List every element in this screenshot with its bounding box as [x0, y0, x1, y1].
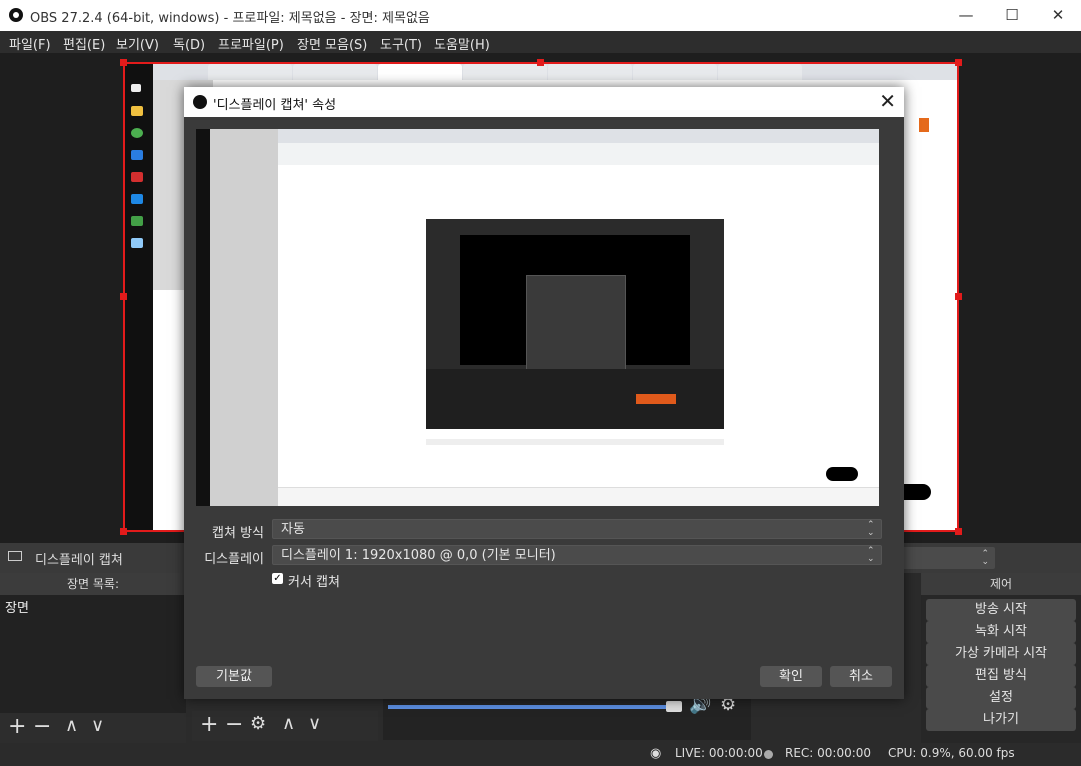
spinner-icon: ⌃ ⌄: [867, 520, 875, 538]
rec-status: REC: 00:00:00: [785, 746, 872, 760]
display-value: 디스플레이 1: 1920x1080 @ 0,0 (기본 모니터): [281, 548, 556, 563]
add-icon[interactable]: +: [200, 712, 218, 737]
remove-icon[interactable]: −: [33, 714, 51, 739]
display-label: 디스플레이: [204, 552, 264, 567]
dialog-title: '디스플레이 캡쳐' 속성: [213, 98, 337, 113]
cursor-capture-checkbox[interactable]: ✓: [272, 573, 283, 584]
resize-handle[interactable]: [537, 59, 544, 66]
move-up-icon[interactable]: ∧: [65, 715, 78, 736]
display-combo[interactable]: 디스플레이 1: 1920x1080 @ 0,0 (기본 모니터) ⌃ ⌄: [272, 545, 882, 565]
minimize-button[interactable]: —: [943, 0, 989, 31]
volume-slider[interactable]: [388, 705, 678, 709]
capture-method-combo[interactable]: 자동 ⌃ ⌄: [272, 519, 882, 539]
move-down-icon[interactable]: ∨: [91, 715, 104, 736]
add-icon[interactable]: +: [8, 714, 26, 739]
resize-handle[interactable]: [955, 59, 962, 66]
start-recording-button[interactable]: 녹화 시작: [926, 621, 1076, 643]
dialog-title-bar: '디스플레이 캡쳐' 속성 ✕: [184, 87, 904, 117]
nested-obs-screenshot: [426, 219, 724, 429]
settings-button[interactable]: 설정: [926, 687, 1076, 709]
monitor-icon: [8, 551, 22, 561]
obs-logo-icon: [193, 95, 207, 109]
filezilla-icon: [131, 172, 143, 182]
app-icon: [131, 150, 143, 160]
controls-dock-title: 제어: [921, 573, 1081, 595]
gear-icon[interactable]: ⚙: [250, 713, 266, 734]
live-status: LIVE: 00:00:00: [675, 746, 763, 760]
sources-toolbar: + − ⚙ ∧ ∨: [192, 711, 378, 741]
dialog-preview: [196, 129, 879, 506]
obs-logo-icon: [9, 8, 23, 22]
volume-slider-handle[interactable]: [666, 701, 682, 712]
start-streaming-button[interactable]: 방송 시작: [926, 599, 1076, 621]
scene-item[interactable]: 장면: [0, 595, 186, 618]
menu-file[interactable]: 파일(F): [9, 34, 51, 53]
resize-handle[interactable]: [120, 293, 127, 300]
maximize-button[interactable]: ☐: [989, 0, 1035, 31]
record-status-icon: [764, 750, 773, 759]
menu-scene-collection[interactable]: 장면 모음(S): [297, 34, 367, 53]
move-down-icon[interactable]: ∨: [308, 713, 321, 734]
broadcast-icon: ◉: [650, 746, 662, 761]
orange-icon: [919, 118, 929, 132]
controls-dock: 제어 방송 시작 녹화 시작 가상 카메라 시작 편집 방식 설정 나가기: [921, 573, 1081, 743]
menu-view[interactable]: 보기(V): [116, 34, 159, 53]
scenes-toolbar: + − ∧ ∨: [0, 713, 186, 743]
close-button[interactable]: ✕: [1035, 0, 1081, 31]
app-icon-2: [131, 194, 143, 204]
source-name: 디스플레이 캡쳐: [35, 553, 123, 568]
spinner-icon: ⌃ ⌄: [867, 546, 875, 564]
resize-handle[interactable]: [120, 59, 127, 66]
chrome-icon: [131, 128, 143, 138]
app-icon-4: [131, 238, 143, 248]
exit-button[interactable]: 나가기: [926, 709, 1076, 731]
start-virtual-camera-button[interactable]: 가상 카메라 시작: [926, 643, 1076, 665]
captured-browser-tabs: [153, 62, 959, 80]
scenes-dock-title: 장면 목록:: [0, 573, 186, 595]
captured-taskbar: [123, 62, 153, 532]
remove-icon[interactable]: −: [225, 712, 243, 737]
scenes-dock: 장면 목록: 장면 + − ∧ ∨: [0, 573, 186, 743]
app-icon-3: [131, 216, 143, 226]
menu-bar: 파일(F) 편집(E) 보기(V) 독(D) 프로파일(P) 장면 모음(S) …: [0, 31, 1081, 53]
menu-profile[interactable]: 프로파일(P): [218, 34, 284, 53]
capture-method-value: 자동: [281, 522, 305, 537]
properties-dialog: '디스플레이 캡쳐' 속성 ✕ 캡쳐 방식 자동 ⌃ ⌄ 디스플레이 디스플레이 …: [184, 87, 904, 699]
resize-handle[interactable]: [955, 293, 962, 300]
title-bar: OBS 27.2.4 (64-bit, windows) - 프로파일: 제목없…: [0, 0, 1081, 31]
resize-handle[interactable]: [120, 528, 127, 535]
menu-tools[interactable]: 도구(T): [380, 34, 422, 53]
cpu-status: CPU: 0.9%, 60.00 fps: [888, 746, 1015, 760]
status-bar: ◉ LIVE: 00:00:00 REC: 00:00:00 CPU: 0.9%…: [0, 743, 1081, 766]
menu-edit[interactable]: 편집(E): [63, 34, 105, 53]
scenes-list: 장면: [0, 595, 186, 715]
menu-dock[interactable]: 독(D): [173, 34, 205, 53]
cursor-capture-label: 커서 캡쳐: [288, 575, 340, 590]
studio-mode-button[interactable]: 편집 방식: [926, 665, 1076, 687]
menu-help[interactable]: 도움말(H): [434, 34, 490, 53]
capture-method-label: 캡쳐 방식: [212, 526, 264, 541]
windows-start-icon: [131, 84, 141, 92]
dialog-close-button[interactable]: ✕: [879, 89, 896, 113]
resize-handle[interactable]: [955, 528, 962, 535]
source-combo[interactable]: ⌃ ⌄: [895, 547, 995, 569]
defaults-button[interactable]: 기본값: [196, 666, 272, 687]
move-up-icon[interactable]: ∧: [282, 713, 295, 734]
window-title: OBS 27.2.4 (64-bit, windows) - 프로파일: 제목없…: [30, 11, 430, 26]
cancel-button[interactable]: 취소: [830, 666, 892, 687]
folder-icon: [131, 106, 143, 116]
ok-button[interactable]: 확인: [760, 666, 822, 687]
